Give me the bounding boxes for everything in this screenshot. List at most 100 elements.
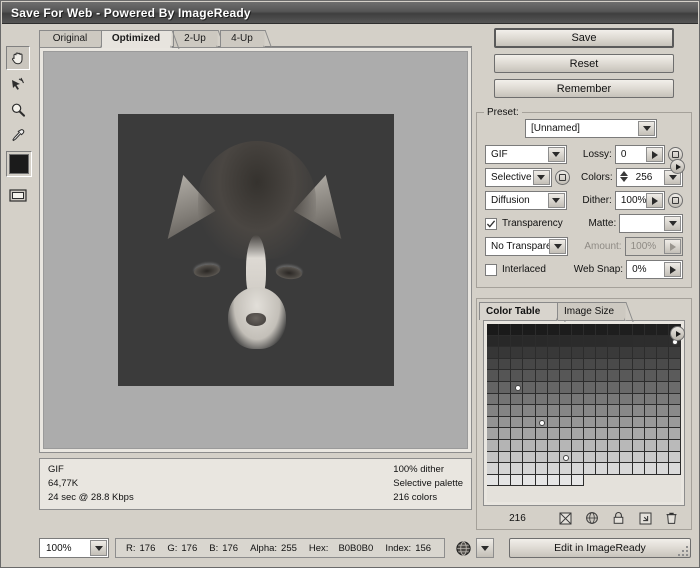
color-swatch[interactable] — [620, 347, 632, 359]
color-swatch[interactable] — [511, 359, 523, 371]
dither-algorithm-select[interactable]: Diffusion — [485, 191, 567, 210]
color-swatch[interactable] — [499, 405, 511, 417]
dither-slider-button[interactable] — [646, 193, 663, 208]
preview-canvas[interactable] — [43, 51, 468, 449]
color-swatch[interactable] — [633, 336, 645, 348]
color-swatch[interactable] — [633, 440, 645, 452]
edit-in-imageready-button[interactable]: Edit in ImageReady — [509, 538, 691, 558]
color-swatch[interactable] — [657, 370, 669, 382]
color-swatch[interactable] — [645, 324, 657, 336]
lock-color-icon[interactable] — [609, 510, 628, 526]
color-swatch[interactable] — [608, 382, 620, 394]
color-swatch[interactable] — [633, 382, 645, 394]
color-swatch[interactable] — [548, 405, 560, 417]
color-swatch[interactable] — [645, 370, 657, 382]
color-swatch[interactable] — [669, 394, 681, 406]
color-swatch[interactable] — [572, 452, 584, 464]
color-swatch[interactable] — [669, 440, 681, 452]
color-swatch[interactable] — [560, 370, 572, 382]
color-swatch[interactable] — [548, 382, 560, 394]
color-swatch[interactable] — [548, 475, 560, 487]
color-swatch[interactable] — [596, 463, 608, 475]
color-swatch[interactable] — [487, 417, 499, 429]
color-swatch[interactable] — [633, 370, 645, 382]
color-swatch[interactable] — [584, 405, 596, 417]
color-swatch[interactable] — [572, 394, 584, 406]
color-swatch[interactable] — [669, 452, 681, 464]
color-swatch[interactable] — [657, 394, 669, 406]
dither-channel-button[interactable] — [668, 193, 683, 208]
color-swatch[interactable] — [511, 428, 523, 440]
color-swatch[interactable] — [608, 394, 620, 406]
color-swatch[interactable] — [548, 324, 560, 336]
web-shift-icon[interactable] — [556, 510, 575, 526]
color-swatch[interactable] — [657, 452, 669, 464]
color-swatch[interactable] — [645, 336, 657, 348]
color-swatch[interactable] — [499, 324, 511, 336]
color-swatch[interactable] — [657, 417, 669, 429]
color-swatch[interactable] — [548, 440, 560, 452]
color-swatch[interactable] — [523, 370, 535, 382]
zoom-dropdown-button[interactable] — [90, 540, 107, 556]
color-swatch[interactable] — [511, 405, 523, 417]
color-swatch[interactable] — [657, 359, 669, 371]
matte-dropdown-button[interactable] — [664, 216, 681, 231]
color-swatch[interactable] — [560, 475, 572, 487]
color-swatch[interactable] — [572, 475, 584, 487]
color-swatch[interactable] — [487, 370, 499, 382]
lossy-slider-button[interactable] — [646, 147, 663, 162]
color-swatch[interactable] — [572, 347, 584, 359]
color-swatch[interactable] — [536, 475, 548, 487]
color-table-flyout-menu-button[interactable] — [670, 326, 685, 341]
color-swatch[interactable] — [669, 359, 681, 371]
color-swatch[interactable] — [596, 347, 608, 359]
color-swatch[interactable] — [499, 452, 511, 464]
color-swatch[interactable] — [572, 417, 584, 429]
color-swatch[interactable] — [584, 336, 596, 348]
color-swatch[interactable] — [608, 359, 620, 371]
color-swatch[interactable] — [669, 417, 681, 429]
preset-select[interactable]: [Unnamed] — [525, 119, 657, 138]
color-swatch[interactable] — [608, 324, 620, 336]
color-swatch[interactable] — [560, 359, 572, 371]
color-swatch[interactable] — [499, 347, 511, 359]
colors-stepper[interactable] — [620, 171, 628, 182]
color-swatch[interactable] — [620, 417, 632, 429]
color-swatch[interactable] — [487, 428, 499, 440]
color-swatch[interactable] — [596, 417, 608, 429]
color-swatch[interactable] — [511, 347, 523, 359]
color-swatch[interactable] — [620, 370, 632, 382]
preview-in-browser-button[interactable] — [452, 538, 474, 558]
color-swatch[interactable] — [657, 440, 669, 452]
web-snap-input[interactable]: 0% — [626, 260, 683, 279]
color-swatch[interactable] — [511, 382, 523, 394]
color-swatch[interactable] — [536, 359, 548, 371]
color-swatch[interactable] — [536, 405, 548, 417]
save-button[interactable]: Save — [494, 28, 674, 48]
color-swatch[interactable] — [536, 394, 548, 406]
color-swatch[interactable] — [608, 347, 620, 359]
color-swatch-grid[interactable] — [487, 324, 681, 502]
color-swatch[interactable] — [645, 417, 657, 429]
slice-select-tool[interactable] — [6, 72, 30, 96]
color-swatch[interactable] — [633, 417, 645, 429]
dither-input[interactable]: 100% — [615, 191, 665, 210]
color-swatch[interactable] — [560, 463, 572, 475]
color-swatch[interactable] — [620, 452, 632, 464]
toggle-slices-visibility-button[interactable] — [6, 183, 30, 207]
color-swatch[interactable] — [560, 440, 572, 452]
color-swatch[interactable] — [560, 336, 572, 348]
color-swatch[interactable] — [548, 370, 560, 382]
resize-grip[interactable] — [678, 546, 690, 558]
color-swatch[interactable] — [596, 394, 608, 406]
color-swatch[interactable] — [499, 370, 511, 382]
color-swatch[interactable] — [511, 370, 523, 382]
color-swatch[interactable] — [645, 452, 657, 464]
color-swatch[interactable] — [572, 324, 584, 336]
color-swatch[interactable] — [620, 359, 632, 371]
color-swatch[interactable] — [572, 405, 584, 417]
color-swatch[interactable] — [536, 347, 548, 359]
color-swatch[interactable] — [633, 428, 645, 440]
tab-original[interactable]: Original — [39, 30, 101, 47]
color-swatch[interactable] — [511, 475, 523, 487]
